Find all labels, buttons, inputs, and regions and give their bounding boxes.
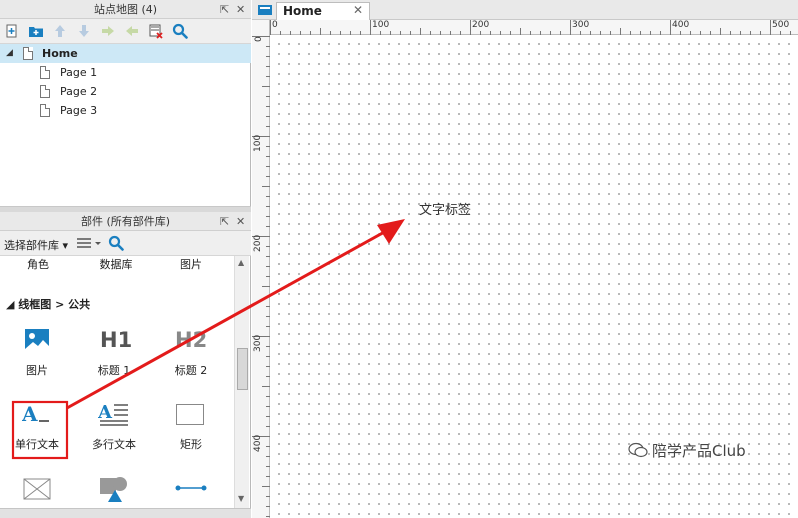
pin-icon[interactable]: ⇱ [220, 212, 229, 231]
page-tab-icon [258, 5, 272, 15]
svg-text:A: A [22, 403, 38, 425]
add-page-icon[interactable] [4, 23, 20, 39]
tab-home[interactable]: Home ✕ [276, 2, 370, 20]
outdent-icon[interactable] [124, 23, 140, 39]
wechat-icon [628, 442, 648, 458]
widget-list-scrollbar[interactable]: ▲ ▼ [234, 256, 249, 508]
sitemap-title: 站点地图 (4) [93, 3, 158, 16]
search-icon[interactable] [172, 23, 188, 39]
ruler-label: 500 [772, 20, 790, 30]
h1-icon[interactable]: H1 [100, 328, 132, 352]
svg-text:A: A [98, 402, 113, 423]
connector-icon[interactable] [175, 483, 207, 493]
widget-list: 角色 数据库 图片 ◢ 线框图 > 公共 图片 H1 标题 1 H2 标题 2 … [0, 256, 234, 508]
close-icon[interactable]: ✕ [353, 3, 363, 17]
tree-item-label: Home [42, 47, 78, 60]
ruler-label: 0 [254, 36, 264, 42]
editor-tab-bar: Home ✕ [252, 0, 798, 20]
widget-label-h1: 标题 1 [97, 364, 131, 377]
tree-item-page-2[interactable]: Page 2 [0, 82, 251, 101]
page-icon [40, 85, 50, 98]
text-label-icon[interactable]: A [22, 403, 52, 425]
rectangle-icon[interactable] [176, 404, 204, 425]
tree-item-label: Page 2 [60, 85, 98, 98]
paragraph-icon[interactable]: A [98, 401, 130, 427]
move-down-icon[interactable] [76, 23, 92, 39]
widgets-title: 部件 (所有部件库) [80, 215, 171, 228]
ruler-label: 200 [472, 20, 490, 30]
left-sidebar: 站点地图 (4) ⇱ ✕ ◢ Home Page 1 Page 2 Page 3… [0, 0, 251, 518]
ruler-label: 400 [253, 434, 263, 452]
widget-label-rectangle: 矩形 [180, 438, 202, 451]
tab-label: Home [283, 4, 322, 18]
axure-workspace: 站点地图 (4) ⇱ ✕ ◢ Home Page 1 Page 2 Page 3… [0, 0, 798, 518]
ruler-label: 300 [253, 334, 263, 352]
ruler-horizontal: 0 100 200 300 400 500 [270, 20, 798, 35]
ruler-ticks [270, 20, 791, 35]
library-section-header[interactable]: ◢ 线框图 > 公共 [6, 296, 90, 312]
scroll-down-icon[interactable]: ▼ [238, 494, 244, 503]
ruler-label: 0 [272, 20, 278, 30]
widget-label-database[interactable]: 数据库 [86, 256, 146, 272]
widget-label-image-top[interactable]: 图片 [161, 256, 221, 272]
page-icon [23, 47, 33, 60]
sitemap-tree: ◢ Home Page 1 Page 2 Page 3 [0, 44, 251, 120]
move-up-icon[interactable] [52, 23, 68, 39]
scroll-thumb[interactable] [237, 348, 248, 390]
widget-label-paragraph: 多行文本 [92, 438, 136, 451]
sitemap-toolbar [0, 19, 251, 44]
widget-library-bar: 选择部件库 ▾ [0, 231, 251, 256]
widget-label-text-field: 单行文本 [15, 438, 59, 451]
shapes-icon[interactable] [98, 474, 130, 504]
tree-item-label: Page 1 [60, 66, 98, 79]
ruler-label: 400 [672, 20, 690, 30]
sitemap-panel-header: 站点地图 (4) ⇱ ✕ [0, 0, 251, 19]
ruler-vertical: 0 100 200 300 400 [252, 20, 270, 518]
page-icon [40, 66, 50, 79]
tree-item-home[interactable]: ◢ Home [0, 44, 251, 63]
scroll-up-icon[interactable]: ▲ [238, 258, 244, 267]
widgets-panel-header: 部件 (所有部件库) ⇱ ✕ [0, 212, 251, 231]
placeholder-icon[interactable] [23, 478, 51, 500]
ruler-label: 200 [253, 234, 263, 252]
delete-page-icon[interactable] [148, 23, 164, 39]
tree-item-page-1[interactable]: Page 1 [0, 63, 251, 82]
ruler-label: 300 [572, 20, 590, 30]
page-icon [40, 104, 50, 117]
watermark-text: 陪学产品Club [652, 442, 746, 460]
pin-icon[interactable]: ⇱ [220, 0, 229, 19]
close-icon[interactable]: ✕ [236, 0, 245, 19]
search-icon[interactable] [108, 235, 124, 251]
indent-icon[interactable] [100, 23, 116, 39]
widget-label-image: 图片 [26, 364, 48, 377]
tree-item-label: Page 3 [60, 104, 98, 117]
h2-icon[interactable]: H2 [175, 328, 207, 352]
collapse-arrow-icon[interactable]: ◢ [6, 44, 13, 63]
page-editor: Home ✕ 0 100 200 300 400 500 0 100 200 3… [252, 0, 798, 518]
canvas-text-label-widget[interactable]: 文字标签 [419, 199, 471, 218]
add-folder-icon[interactable] [28, 23, 44, 39]
close-icon[interactable]: ✕ [236, 212, 245, 231]
image-icon[interactable] [24, 328, 50, 354]
ruler-label: 100 [253, 134, 263, 152]
menu-icon[interactable] [76, 236, 102, 250]
widget-label-role[interactable]: 角色 [8, 256, 68, 272]
ruler-label: 100 [372, 20, 390, 30]
tree-item-page-3[interactable]: Page 3 [0, 101, 251, 120]
bottom-panel-strip[interactable] [0, 508, 251, 518]
library-select[interactable]: 选择部件库 ▾ [4, 237, 68, 253]
widget-label-h2: 标题 2 [174, 364, 208, 377]
